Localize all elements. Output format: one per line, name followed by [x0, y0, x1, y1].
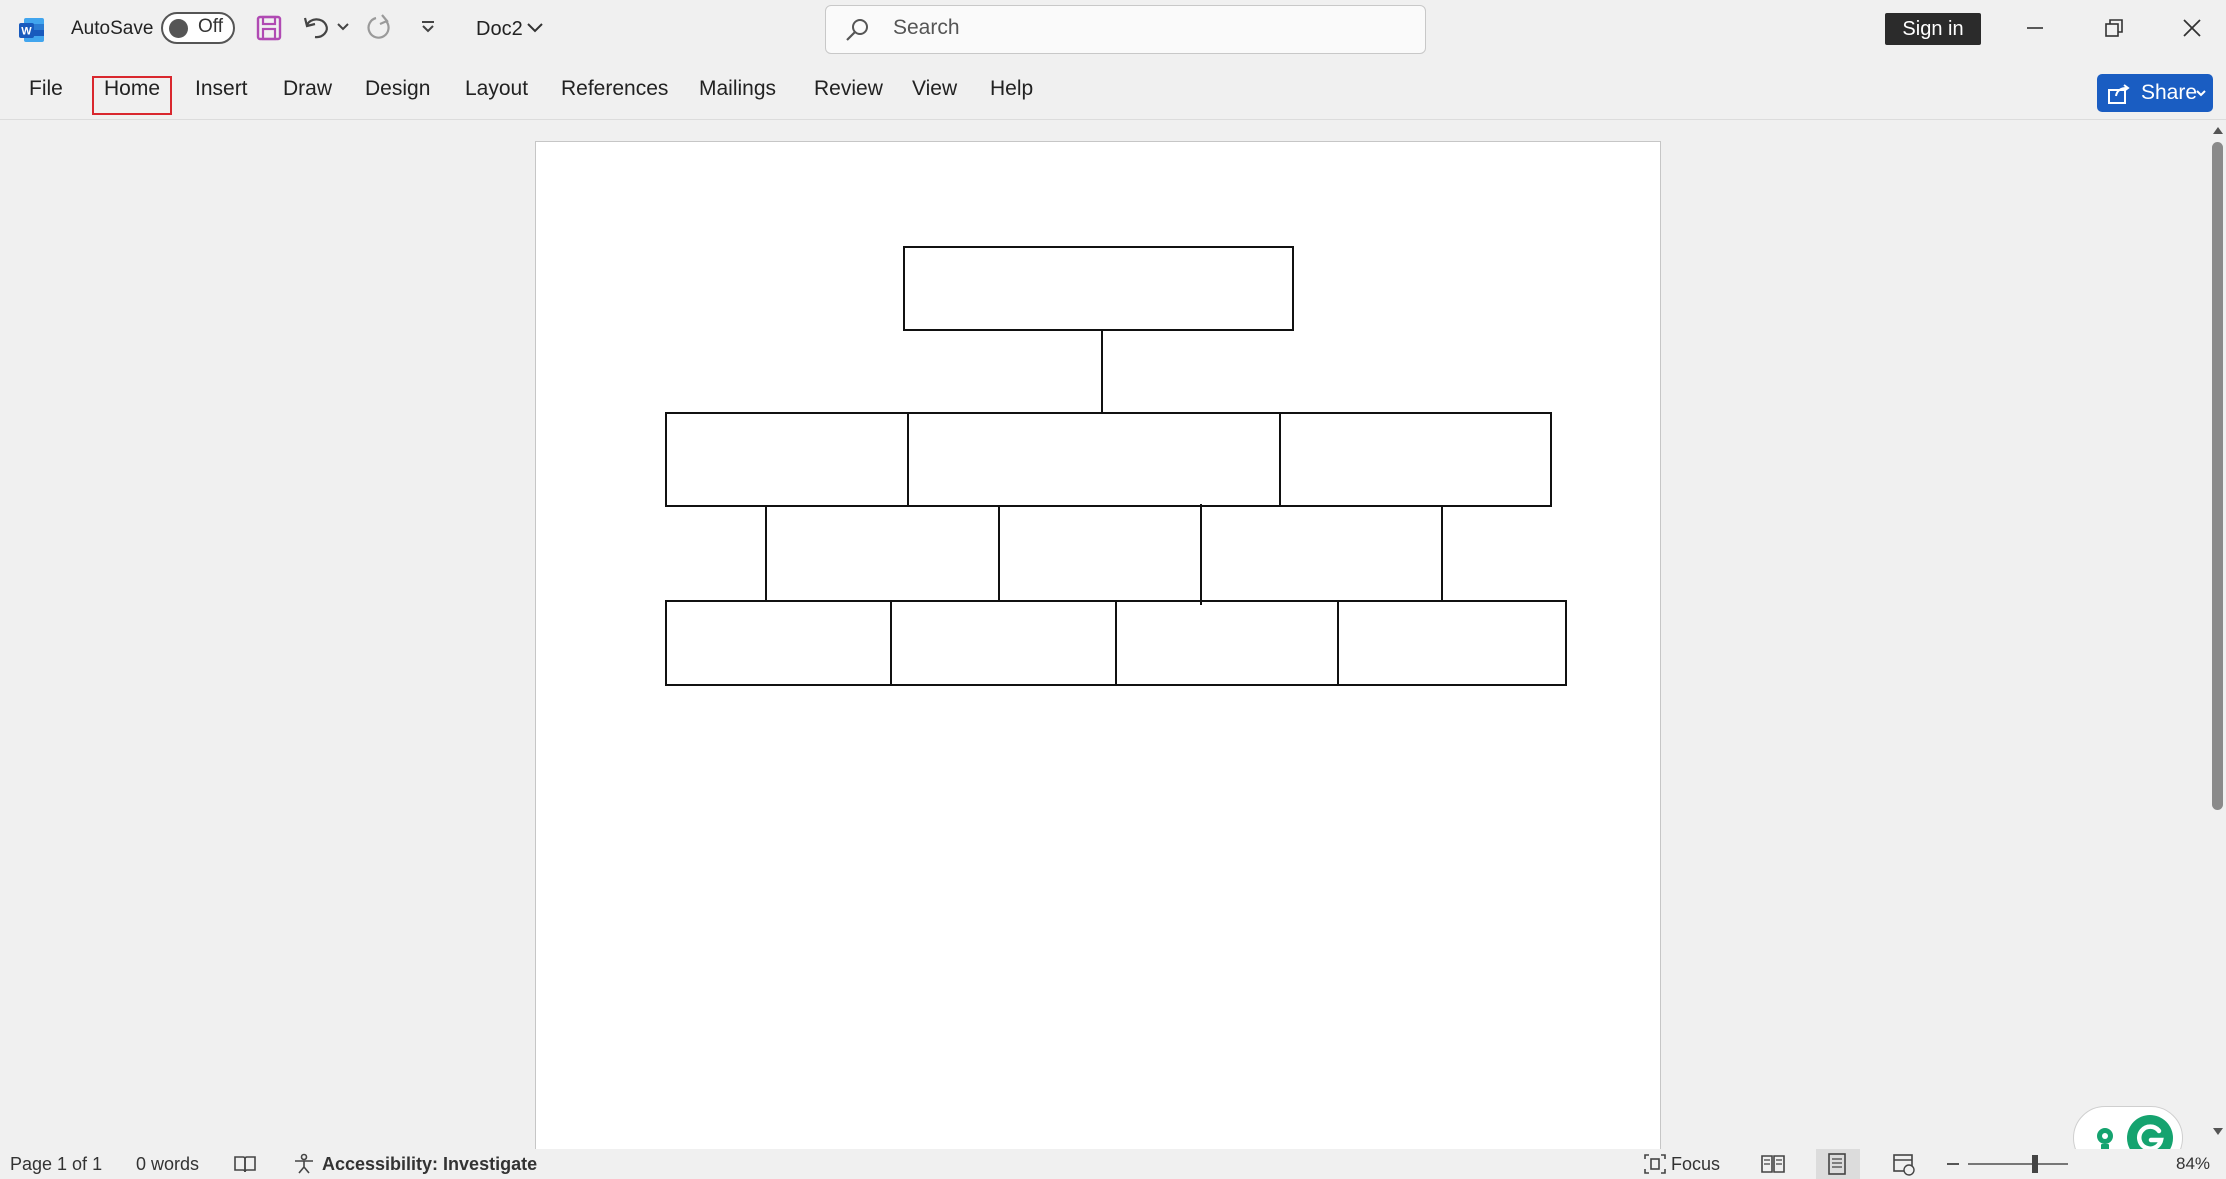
proofing-book-icon[interactable] [233, 1154, 257, 1174]
scrollbar-thumb[interactable] [2212, 142, 2223, 810]
share-icon [2108, 84, 2130, 104]
sign-in-button[interactable]: Sign in [1885, 13, 1981, 45]
web-layout-icon[interactable] [1892, 1152, 1916, 1176]
zoom-level[interactable]: 84% [2176, 1153, 2210, 1175]
tab-design[interactable]: Design [365, 75, 430, 103]
print-layout-icon[interactable] [1826, 1152, 1848, 1176]
redo-icon[interactable] [364, 13, 394, 43]
tab-review[interactable]: Review [814, 75, 883, 103]
share-label: Share [2141, 81, 2198, 104]
autosave-toggle[interactable]: Off [161, 12, 235, 44]
svg-text:W: W [21, 26, 32, 38]
toggle-knob [169, 19, 188, 38]
tab-insert[interactable]: Insert [195, 75, 248, 103]
word-logo-icon: W [19, 18, 44, 42]
close-icon[interactable] [2182, 18, 2202, 38]
org-box-row2-2 [907, 412, 1281, 507]
org-chart-drawing[interactable] [536, 142, 1662, 1152]
zoom-slider-track[interactable] [1968, 1163, 2068, 1165]
tab-file[interactable]: File [29, 75, 63, 103]
search-icon [846, 19, 868, 41]
tab-layout[interactable]: Layout [465, 75, 528, 103]
org-box-row3-3 [1115, 600, 1339, 686]
save-icon[interactable] [255, 14, 283, 42]
autosave-label: AutoSave [71, 18, 154, 39]
org-box-top [903, 246, 1294, 331]
autosave-state: Off [198, 16, 223, 37]
doc-name-chevron-icon[interactable] [526, 22, 544, 34]
customize-toolbar-icon[interactable] [420, 19, 436, 35]
share-chevron-icon [2196, 90, 2206, 97]
share-button[interactable]: Share [2097, 74, 2213, 112]
tab-mailings[interactable]: Mailings [699, 75, 776, 103]
focus-label[interactable]: Focus [1671, 1153, 1720, 1175]
org-box-row3-1 [665, 600, 892, 686]
word-count[interactable]: 0 words [136, 1153, 199, 1175]
ribbon-tabs: File Home Insert Draw Design Layout Refe… [0, 59, 2226, 120]
search-box[interactable]: Search [825, 5, 1426, 54]
search-placeholder: Search [893, 16, 960, 39]
org-box-row3-2 [890, 600, 1117, 686]
accessibility-icon[interactable] [292, 1153, 316, 1175]
title-bar: W AutoSave Off Doc2 Search Sign in [0, 0, 2226, 59]
status-bar: Page 1 of 1 0 words Accessibility: Inves… [0, 1149, 2226, 1179]
org-box-row2-1 [665, 412, 909, 507]
tab-draw[interactable]: Draw [283, 75, 332, 103]
undo-icon[interactable] [302, 13, 332, 41]
scroll-up-arrow-icon[interactable] [2211, 124, 2225, 136]
tab-references[interactable]: References [561, 75, 668, 103]
scroll-down-arrow-icon[interactable] [2211, 1126, 2225, 1138]
tab-help[interactable]: Help [990, 75, 1033, 103]
selected-tab-highlight [92, 76, 172, 115]
restore-icon[interactable] [2104, 18, 2124, 38]
page-count[interactable]: Page 1 of 1 [10, 1153, 102, 1175]
org-box-row2-3 [1279, 412, 1552, 507]
document-page[interactable] [535, 141, 1661, 1151]
tab-view[interactable]: View [912, 75, 957, 103]
zoom-out-icon[interactable] [1946, 1162, 1960, 1166]
zoom-slider-thumb[interactable] [2032, 1155, 2038, 1173]
accessibility-status[interactable]: Accessibility: Investigate [322, 1153, 537, 1175]
undo-dropdown-chevron-icon[interactable] [336, 22, 350, 32]
focus-icon[interactable] [1643, 1153, 1667, 1175]
read-mode-icon[interactable] [1760, 1153, 1786, 1175]
minimize-icon[interactable] [2025, 18, 2045, 38]
org-box-row3-4 [1337, 600, 1567, 686]
document-name[interactable]: Doc2 [476, 15, 523, 43]
